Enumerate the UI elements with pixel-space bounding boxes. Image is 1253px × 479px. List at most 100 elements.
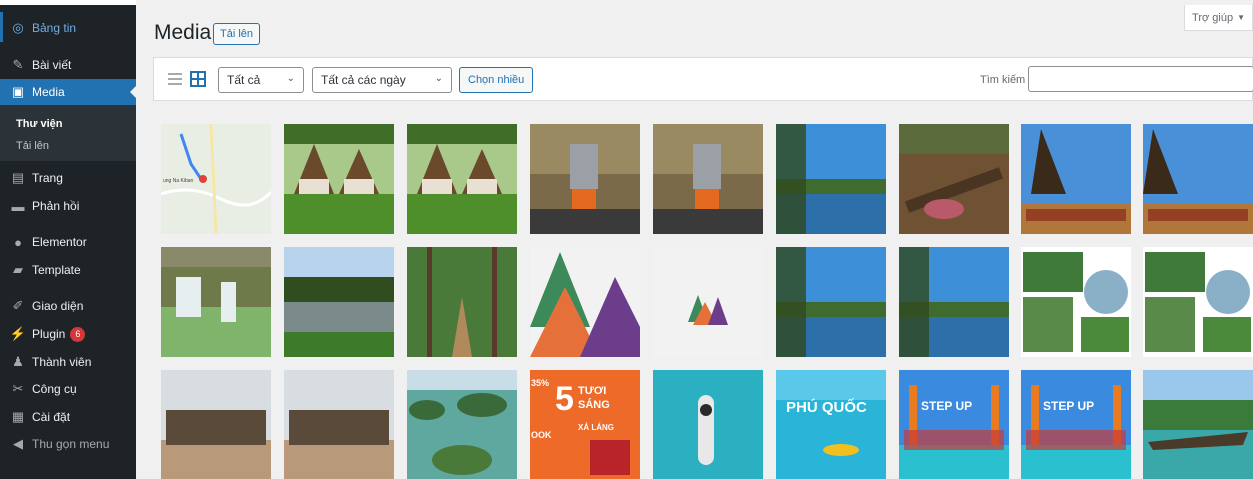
promo-word-1: TƯƠI [578,385,606,397]
media-item-collage[interactable] [1021,247,1131,357]
help-tab-button[interactable]: Trợ giúp ▼ [1184,5,1253,31]
chevron-down-icon: ⌄ [434,73,443,84]
media-item-lake[interactable] [776,124,886,234]
media-item-longhouse[interactable] [1021,124,1131,234]
search-input[interactable] [1028,66,1253,92]
menu-item-label: Phản hồi [32,199,80,213]
promo-xalang: XẢ LÁNG [578,423,614,432]
comment-icon: ▬ [11,198,25,214]
help-label: Trợ giúp [1192,11,1234,24]
current-menu-arrow [130,86,136,98]
elephants-photo [284,370,394,479]
campfire-photo [899,124,1009,234]
media-item-waterfall[interactable] [161,247,271,357]
menu-item-appearance[interactable]: ✐ Giao diện [0,293,136,319]
menu-item-label: Thành viên [32,355,92,369]
stepup-text: STEP UP [921,399,972,413]
wrench-icon: ✂ [12,381,24,396]
lake-photo [776,247,886,357]
longhouse-photo [1021,124,1131,234]
menu-item-pages[interactable]: ▤ Trang [0,165,136,191]
menu-item-label: Công cụ [32,382,77,396]
caret-down-icon: ▼ [1237,13,1245,22]
page-title: Media [154,21,212,44]
menu-item-label: Trang [32,171,63,185]
bungalow-photo [284,124,394,234]
media-item-elephants[interactable] [161,370,271,479]
pine-path-photo [407,247,517,357]
media-item-lake-forest[interactable] [284,247,394,357]
media-item-logo-large[interactable] [530,247,640,357]
lake-forest-photo [284,247,394,357]
media-item-stepup[interactable]: STEP UP [1021,370,1131,479]
media-item-stepup[interactable]: STEP UP [899,370,1009,479]
collapse-menu-button[interactable]: ◀ Thu gọn menu [0,431,136,457]
promo-big-number: 5 [555,380,574,418]
type-filter-value: Tất cả [227,73,261,87]
promo-word-2: SÁNG [578,398,610,411]
menu-item-dashboard[interactable]: ◎ Bảng tin [0,15,136,41]
menu-item-label: Elementor [32,235,87,249]
menu-item-label: Giao diện [32,299,84,313]
plug-icon: ⚡ [9,326,27,341]
kayak-text: PHÚ QUỐC [786,398,867,416]
promo-banner-image: 5 TƯƠI SÁNG 35% XẢ LÁNG OOK [530,370,640,479]
date-filter-value: Tất cả các ngày [321,73,406,87]
media-item-logo-small[interactable] [653,247,763,357]
menu-item-label: Plugin [32,327,66,341]
boat-photo [1143,370,1253,479]
dashboard-icon: ◎ [12,20,24,35]
date-filter[interactable]: Tất cả các ngày ⌄ [312,67,452,93]
media-item-elephants[interactable] [284,370,394,479]
kayak-photo: PHÚ QUỐC [776,370,886,479]
menu-item-label: Bảng tin [32,21,77,35]
list-view-icon[interactable] [166,70,184,88]
media-item-paddleboard[interactable] [653,370,763,479]
media-item-lake[interactable] [899,247,1009,357]
upload-button[interactable]: Tải lên [213,23,261,45]
menu-item-comments[interactable]: ▬ Phản hồi [0,193,136,219]
media-item-campfire[interactable] [899,124,1009,234]
elementor-icon: ● [14,234,22,250]
menu-item-plugins[interactable]: ⚡ Plugin 6 [0,321,136,347]
media-item-lake[interactable] [776,247,886,357]
media-item-coffee-pot[interactable] [530,124,640,234]
grid-view-icon[interactable] [189,70,207,88]
lake-photo [899,247,1009,357]
submenu-library[interactable]: Thư viện [16,118,62,130]
longhouse-photo [1143,124,1253,234]
media-item-pine-path[interactable] [407,247,517,357]
media-item-longhouse[interactable] [1143,124,1253,234]
media-item-promo[interactable]: 5 TƯƠI SÁNG 35% XẢ LÁNG OOK [530,370,640,479]
media-item-map[interactable]: ung Na Kiban [161,124,271,234]
media-item-coffee-pot[interactable] [653,124,763,234]
media-type-filter[interactable]: Tất cả ⌄ [218,67,304,93]
media-submenu: Thư viện Tải lên [0,105,136,161]
media-icon: ▣ [11,84,25,99]
collapse-icon: ◀ [13,436,23,451]
menu-item-template[interactable]: ▰ Template [0,257,136,283]
settings-icon: ▦ [11,409,25,424]
menu-item-users[interactable]: ♟ Thành viên [0,349,136,375]
media-item-collage[interactable] [1143,247,1253,357]
menu-item-posts[interactable]: ✎ Bài viết [0,52,136,78]
menu-item-elementor[interactable]: ● Elementor [0,229,136,255]
menu-item-settings[interactable]: ▦ Cài đặt [0,404,136,430]
bulk-select-button[interactable]: Chọn nhiều [459,67,534,93]
media-item-kayak[interactable]: PHÚ QUỐC [776,370,886,479]
folder-icon: ▰ [13,262,23,277]
page-icon: ▤ [11,170,25,185]
brush-icon: ✐ [12,298,24,313]
lake-photo [776,124,886,234]
submenu-upload[interactable]: Tải lên [16,140,49,152]
media-item-boat[interactable] [1143,370,1253,479]
mountain-logo-image [530,247,640,357]
menu-item-label: Template [32,263,81,277]
media-item-bungalow[interactable] [407,124,517,234]
elephants-photo [161,370,271,479]
update-count-badge: 6 [70,326,86,342]
menu-item-tools[interactable]: ✂ Công cụ [0,376,136,402]
media-item-bungalow[interactable] [284,124,394,234]
media-item-bay[interactable] [407,370,517,479]
menu-item-media[interactable]: ▣ Media [0,79,136,105]
